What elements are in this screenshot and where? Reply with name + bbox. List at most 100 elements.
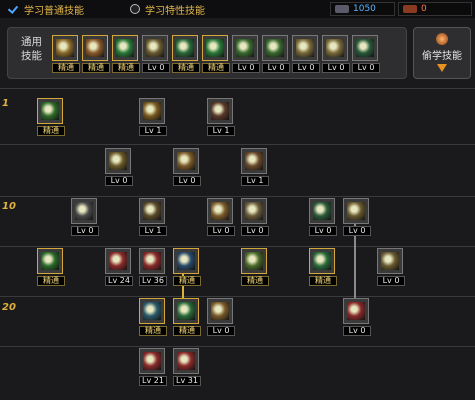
skill-icon[interactable]: 精通 bbox=[241, 248, 269, 286]
skill-icon[interactable]: 精通 bbox=[172, 35, 200, 73]
top-bar: 学习普通技能 学习特性技能 1050 0 bbox=[0, 0, 475, 18]
skill-icon[interactable]: Lv 0 bbox=[241, 198, 269, 236]
row-divider bbox=[0, 296, 475, 297]
level-label: 20 bbox=[2, 302, 16, 313]
skill-icon[interactable]: 精通 bbox=[202, 35, 230, 73]
skill-level-tag: 精通 bbox=[82, 63, 110, 73]
skill-art bbox=[313, 202, 331, 220]
skill-art bbox=[109, 152, 127, 170]
skill-icon[interactable]: 精通 bbox=[309, 248, 337, 286]
skill-icon[interactable]: Lv 31 bbox=[173, 348, 201, 386]
sp-icon bbox=[335, 5, 349, 13]
skill-icon[interactable]: Lv 21 bbox=[139, 348, 167, 386]
tab-general-skills[interactable]: 学习普通技能 bbox=[9, 1, 84, 17]
skill-icon[interactable]: Lv 0 bbox=[262, 35, 290, 73]
tp-counter: 0 bbox=[398, 2, 472, 16]
skill-level-tag: Lv 0 bbox=[71, 226, 99, 236]
skill-art bbox=[211, 102, 229, 120]
skill-icon[interactable]: Lv 0 bbox=[352, 35, 380, 73]
row-divider bbox=[0, 144, 475, 145]
skill-icon[interactable]: Lv 1 bbox=[241, 148, 269, 186]
skill-level-tag: Lv 0 bbox=[142, 63, 170, 73]
skill-icon[interactable]: Lv 0 bbox=[207, 298, 235, 336]
skill-level-tag: Lv 0 bbox=[207, 326, 235, 336]
skill-art bbox=[143, 102, 161, 120]
skill-level-tag: Lv 0 bbox=[232, 63, 260, 73]
skill-level-tag: Lv 0 bbox=[343, 226, 371, 236]
skill-icon[interactable]: Lv 0 bbox=[105, 148, 133, 186]
sp-value: 1050 bbox=[353, 4, 376, 14]
skill-art bbox=[356, 39, 374, 57]
skill-art bbox=[313, 252, 331, 270]
skill-icon[interactable]: 精通 bbox=[173, 298, 201, 336]
skill-icon[interactable]: Lv 1 bbox=[207, 98, 235, 136]
level-label: 10 bbox=[2, 201, 16, 212]
skill-level-tag: Lv 0 bbox=[292, 63, 320, 73]
skill-icon[interactable]: Lv 24 bbox=[105, 248, 133, 286]
skill-icon[interactable]: Lv 0 bbox=[322, 35, 350, 73]
skill-icon[interactable]: Lv 0 bbox=[343, 198, 371, 236]
skill-art bbox=[177, 302, 195, 320]
skill-art bbox=[41, 252, 59, 270]
skill-icon[interactable]: 精通 bbox=[37, 98, 65, 136]
skill-icon[interactable]: Lv 0 bbox=[309, 198, 337, 236]
skill-icon[interactable]: Lv 1 bbox=[139, 98, 167, 136]
skill-icon[interactable]: 精通 bbox=[52, 35, 80, 73]
skill-icon[interactable]: Lv 0 bbox=[232, 35, 260, 73]
skill-icon[interactable]: Lv 0 bbox=[343, 298, 371, 336]
peek-skill-button[interactable]: 偷学技能 bbox=[413, 27, 471, 79]
skill-art bbox=[143, 252, 161, 270]
skill-level-tag: Lv 0 bbox=[377, 276, 405, 286]
skill-level-tag: 精通 bbox=[173, 326, 201, 336]
skill-icon[interactable]: Lv 0 bbox=[71, 198, 99, 236]
skill-art bbox=[266, 39, 284, 57]
skill-art bbox=[41, 102, 59, 120]
skill-art bbox=[86, 39, 104, 57]
skill-art bbox=[177, 352, 195, 370]
skill-art bbox=[177, 152, 195, 170]
skill-icon[interactable]: Lv 0 bbox=[207, 198, 235, 236]
skill-level-tag: 精通 bbox=[52, 63, 80, 73]
row-divider bbox=[0, 196, 475, 197]
skill-level-tag: Lv 1 bbox=[139, 226, 167, 236]
skill-icon[interactable]: Lv 1 bbox=[139, 198, 167, 236]
skill-level-tag: 精通 bbox=[241, 276, 269, 286]
skill-art bbox=[245, 152, 263, 170]
skill-level-tag: 精通 bbox=[202, 63, 230, 73]
level-label: 1 bbox=[2, 98, 9, 109]
skill-level-tag: 精通 bbox=[139, 326, 167, 336]
skill-level-tag: Lv 0 bbox=[262, 63, 290, 73]
skill-art bbox=[109, 252, 127, 270]
skill-icon[interactable]: Lv 0 bbox=[292, 35, 320, 73]
skill-level-tag: Lv 0 bbox=[343, 326, 371, 336]
skill-icon[interactable]: Lv 0 bbox=[173, 148, 201, 186]
tab-special-label: 学习特性技能 bbox=[145, 5, 205, 17]
skill-level-tag: Lv 36 bbox=[139, 276, 167, 286]
skill-art bbox=[245, 202, 263, 220]
skill-icon[interactable]: Lv 36 bbox=[139, 248, 167, 286]
check-icon bbox=[9, 4, 19, 14]
row-divider bbox=[0, 246, 475, 247]
skill-icon[interactable]: 精通 bbox=[37, 248, 65, 286]
skill-level-tag: 精通 bbox=[309, 276, 337, 286]
skill-art bbox=[211, 202, 229, 220]
skill-icon[interactable]: 精通 bbox=[82, 35, 110, 73]
skill-art bbox=[116, 39, 134, 57]
skill-level-tag: Lv 0 bbox=[105, 176, 133, 186]
skill-art bbox=[56, 39, 74, 57]
skill-icon[interactable]: Lv 0 bbox=[142, 35, 170, 73]
skill-art bbox=[143, 302, 161, 320]
skill-level-tag: 精通 bbox=[37, 126, 65, 136]
general-skills-panel: 通用技能 精通 精通 精通 Lv 0 精通 精通 Lv 0 Lv 0 Lv 0 Lv 0 Lv 0 bbox=[7, 27, 407, 79]
skill-icon[interactable]: 精通 bbox=[173, 248, 201, 286]
skill-icon[interactable]: 精通 bbox=[112, 35, 140, 73]
tab-special-skills[interactable]: 学习特性技能 bbox=[130, 1, 205, 17]
skill-icon[interactable]: Lv 0 bbox=[377, 248, 405, 286]
skill-level-tag: Lv 0 bbox=[309, 226, 337, 236]
skill-level-tag: 精通 bbox=[172, 63, 200, 73]
skill-level-tag: 精通 bbox=[112, 63, 140, 73]
skill-icon[interactable]: 精通 bbox=[139, 298, 167, 336]
skill-art bbox=[296, 39, 314, 57]
skill-tree: 1 10 20 bbox=[0, 88, 475, 400]
skill-level-tag: Lv 1 bbox=[139, 126, 167, 136]
